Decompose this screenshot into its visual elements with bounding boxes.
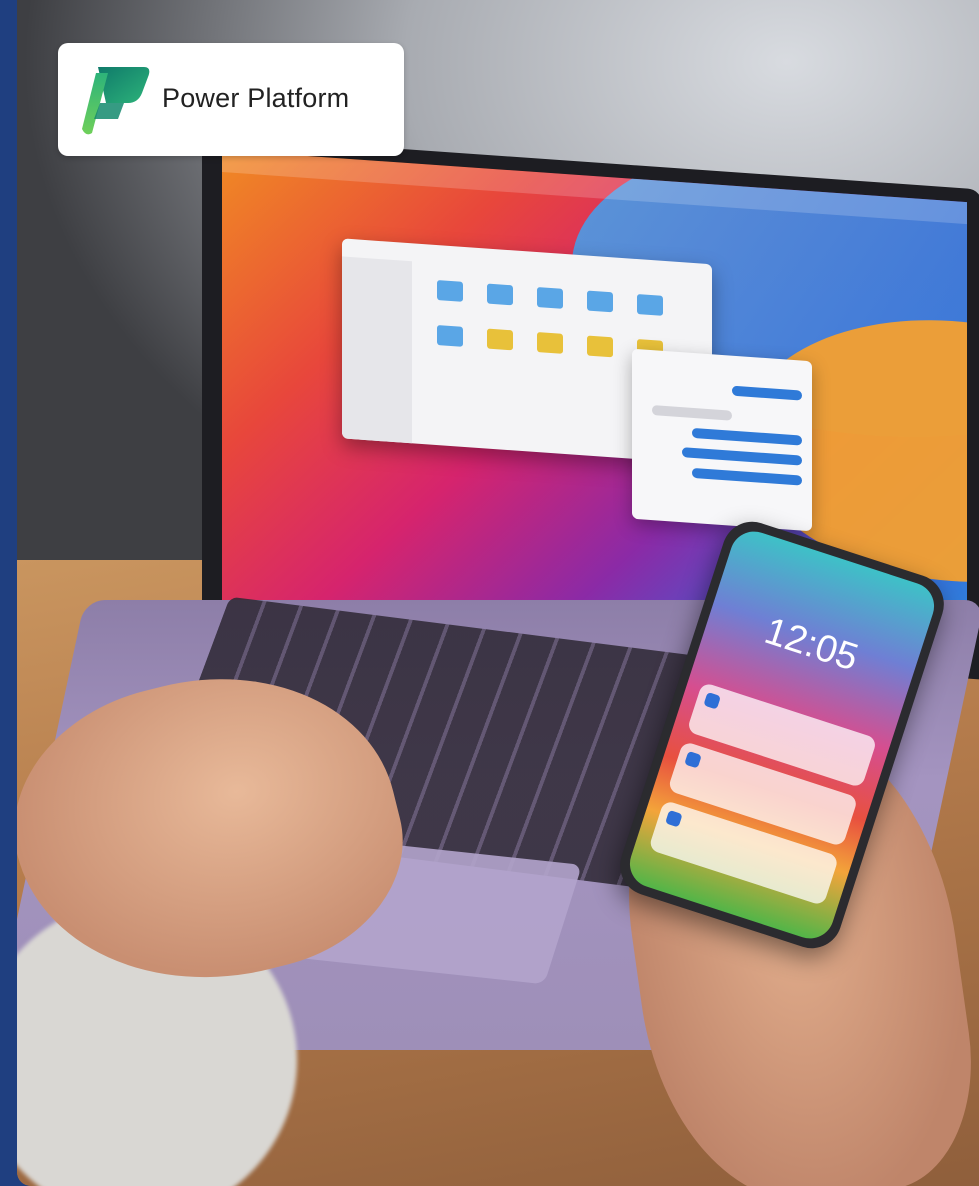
- folder-icon: [437, 280, 463, 302]
- chat-bubble: [732, 385, 802, 401]
- folder-icon: [587, 290, 613, 313]
- folder-icon: [537, 287, 563, 309]
- page-frame: 12:05 Power Platform: [0, 0, 979, 1186]
- power-platform-logo-icon: [82, 67, 150, 135]
- app-icon: [684, 750, 702, 769]
- folder-icon: [637, 294, 663, 316]
- app-icon: [703, 691, 721, 710]
- chat-bubble: [692, 427, 802, 446]
- folder-icon: [437, 325, 463, 347]
- document-icon: [587, 335, 613, 358]
- document-icon: [487, 328, 513, 351]
- chat-bubble: [682, 447, 802, 466]
- chat-bubble: [652, 405, 732, 421]
- photo-laptop-and-phone: 12:05: [17, 0, 979, 1186]
- finder-sidebar: [342, 256, 412, 444]
- brand-name: Power Platform: [162, 83, 350, 113]
- phone-clock: 12:05: [759, 609, 864, 680]
- folder-icon: [487, 283, 513, 306]
- brand-logo-card: Power Platform: [58, 43, 404, 156]
- chat-bubble: [692, 467, 802, 486]
- document-icon: [537, 332, 563, 354]
- chat-window: [632, 348, 812, 532]
- app-icon: [665, 809, 683, 828]
